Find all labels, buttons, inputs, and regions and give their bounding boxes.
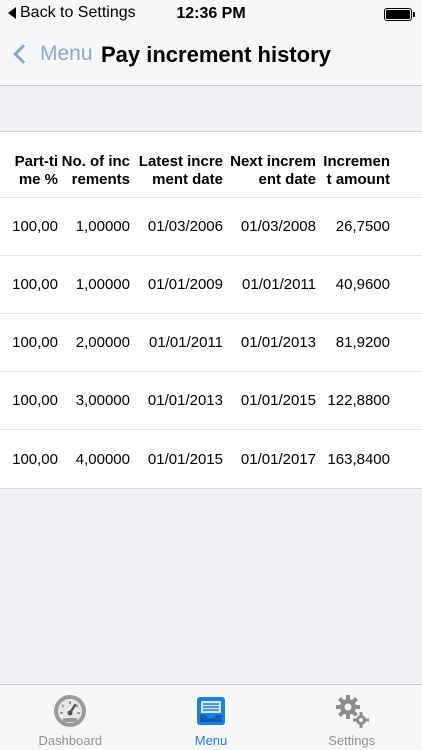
cell-next-date: 01/01/2011 (242, 276, 316, 293)
cell-no-of-increments: 4,00000 (75, 450, 130, 468)
cell-latest-date: 01/03/2006 (147, 218, 223, 235)
cell-amount: 81,9200 (335, 334, 390, 351)
table-row: 100,00 1,00000 01/03/2006 01/03/2008 26,… (0, 198, 422, 256)
cell-part-time: 100,00 (12, 392, 58, 409)
header-no-of-increments: No. of increments (61, 153, 130, 188)
chevron-left-icon (13, 44, 33, 64)
menu-back-button[interactable]: Menu (10, 42, 93, 66)
cell-no-of-increments: 1,00000 (75, 276, 130, 293)
cell-next-date: 01/01/2015 (240, 392, 316, 409)
tab-dashboard[interactable]: Dashboard (0, 685, 141, 750)
cell-amount: 40,9600 (335, 276, 390, 293)
cell-part-time: 100,00 (12, 334, 58, 351)
cell-next-date: 01/01/2013 (240, 334, 316, 351)
cell-latest-date: 01/01/2011 (149, 334, 223, 351)
cell-part-time: 100,00 (12, 450, 58, 468)
increment-table: Part-time % No. of increments Latest inc… (0, 131, 422, 489)
tab-menu-label: Menu (194, 733, 228, 748)
cell-amount: 26,7500 (335, 218, 390, 235)
cell-part-time: 100,00 (12, 218, 58, 235)
tab-settings[interactable]: Settings (281, 685, 422, 750)
table-row: 100,00 3,00000 01/01/2013 01/01/2015 122… (0, 372, 422, 430)
cell-next-date: 01/01/2017 (240, 450, 316, 468)
tab-settings-label: Settings (328, 733, 376, 748)
gauge-icon (54, 695, 87, 727)
inbox-tray-icon (197, 697, 225, 725)
table-header-row: Part-time % No. of increments Latest inc… (0, 132, 422, 198)
cell-no-of-increments: 1,00000 (75, 218, 130, 235)
cell-next-date: 01/03/2008 (240, 218, 316, 235)
battery-icon (384, 8, 415, 21)
cell-no-of-increments: 3,00000 (75, 392, 130, 409)
status-bar: Back to Settings 12:36 PM (0, 0, 422, 28)
cell-latest-date: 01/01/2013 (147, 392, 223, 409)
navigation-bar: Menu Pay increment history (0, 28, 422, 86)
cell-amount: 163,8400 (327, 450, 390, 468)
tab-dashboard-label: Dashboard (38, 733, 103, 748)
page-title: Pay increment history (101, 42, 331, 67)
table-row: 100,00 4,00000 01/01/2015 01/01/2017 163… (0, 430, 422, 488)
table-row: 100,00 2,00000 01/01/2011 01/01/2013 81,… (0, 314, 422, 372)
tab-menu[interactable]: Menu (141, 685, 282, 750)
cell-part-time: 100,00 (12, 276, 58, 293)
status-time: 12:36 PM (176, 5, 246, 22)
cell-latest-date: 01/01/2009 (147, 276, 223, 293)
menu-back-label: Menu (40, 42, 93, 65)
cell-no-of-increments: 2,00000 (75, 334, 130, 351)
header-latest-increment-date: Latest increment date (138, 153, 223, 188)
header-next-increment-date: Next increment date (230, 153, 316, 188)
header-part-time: Part-time % (14, 153, 58, 188)
header-increment-amount: Increment amount (323, 153, 390, 188)
table-row: 100,00 1,00000 01/01/2009 01/01/2011 40,… (0, 256, 422, 314)
tab-bar: Dashboard Menu Settings (0, 684, 422, 750)
gears-icon (335, 695, 369, 728)
cell-amount: 122,8800 (327, 392, 390, 409)
cell-latest-date: 01/01/2015 (147, 450, 223, 468)
